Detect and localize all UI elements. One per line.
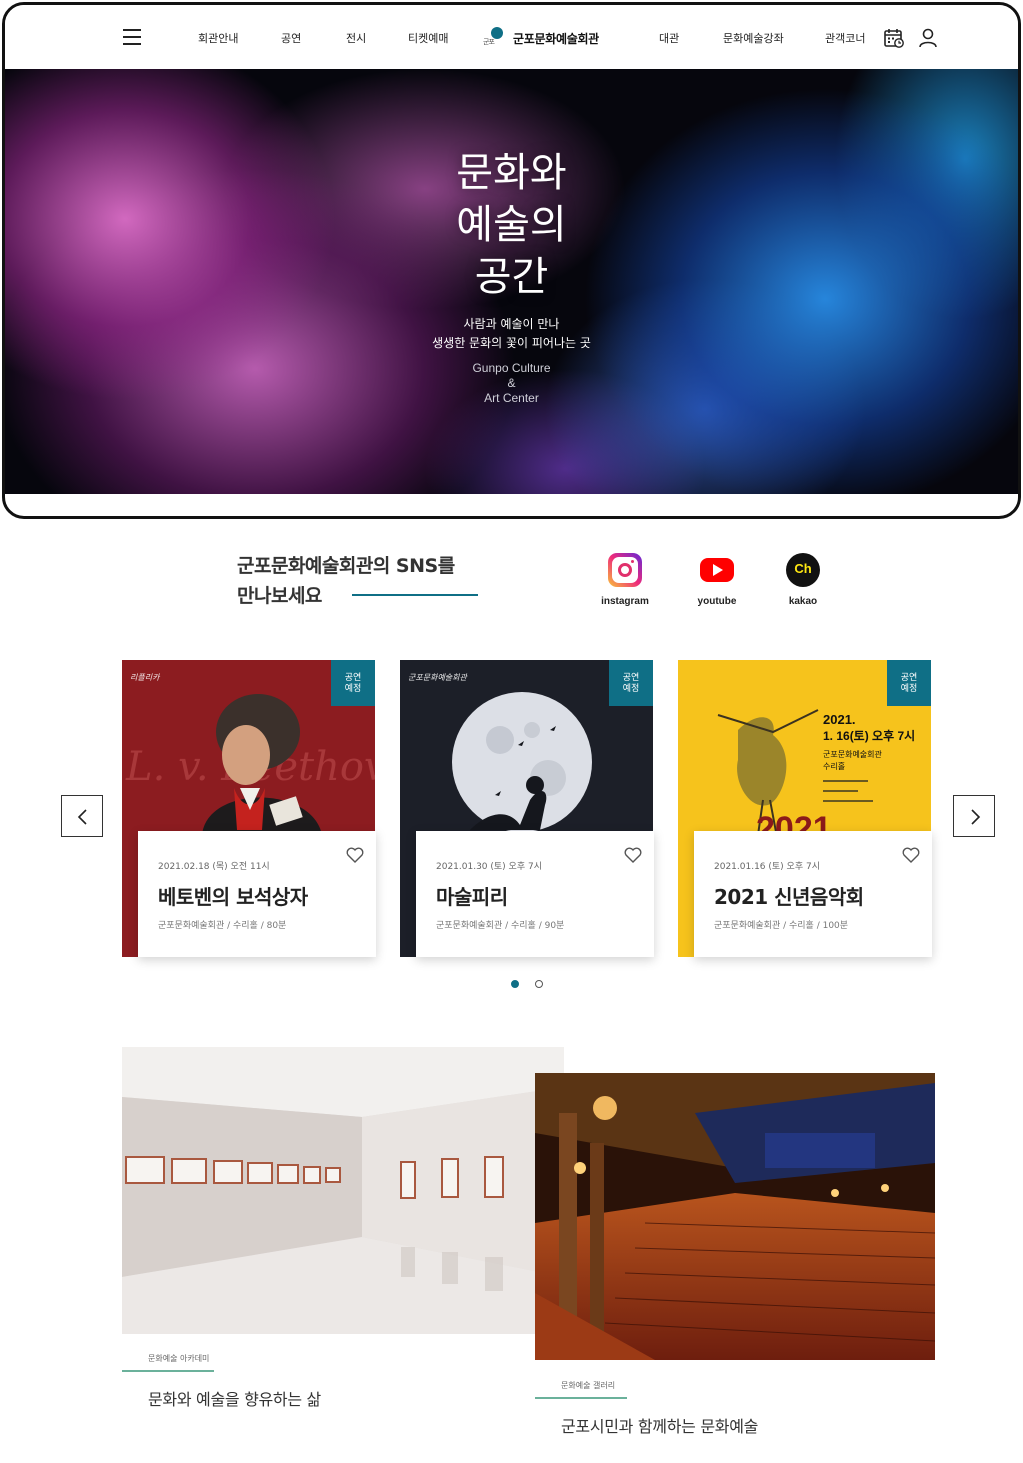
poster-year: 2021. (823, 712, 856, 727)
kakao-channel-icon: Ch (786, 553, 820, 587)
card-venue: 군포문화예술회관 / 수리홀 / 80분 (158, 921, 287, 931)
performance-card[interactable]: L. v. Beethoven 리플리카 공연 예정 2021.02.18 (목… (122, 660, 376, 957)
sns-youtube-link[interactable]: youtube (682, 553, 752, 607)
hero-english-name: Gunpo Culture & Art Center (5, 361, 1018, 406)
site-header: 회관안내 공연 전시 티켓예매 군포 군포문화예술회관 대관 문화예술강좌 관객… (5, 5, 1018, 69)
sns-instagram-link[interactable]: instagram (590, 553, 660, 607)
nav-classes[interactable]: 문화예술강좌 (723, 30, 784, 46)
caption-category: 문화예술 아카데미 (148, 1354, 210, 1363)
status-badge: 공연 예정 (331, 660, 375, 706)
nav-rental[interactable]: 대관 (659, 30, 679, 46)
caption-title[interactable]: 문화와 예술을 향유하는 삶 (122, 1386, 422, 1410)
status-badge: 공연 예정 (609, 660, 653, 706)
caption-category: 문화예술 갤러리 (561, 1381, 616, 1390)
academy-gallery-image[interactable] (122, 1047, 564, 1334)
poster-venue: 군포문화예술회관 (823, 749, 883, 759)
caption-bar (535, 1397, 627, 1399)
hero-english-line: Art Center (484, 391, 539, 405)
card-info-panel: 2021.01.16 (토) 오후 7시 2021 신년음악회 군포문화예술회관… (694, 831, 932, 957)
gallery-caption: 문화예술 갤러리 군포시민과 함께하는 문화예술 (535, 1380, 855, 1437)
hero-title-line: 공간 (474, 254, 549, 300)
performance-card[interactable]: 2021. 1. 16(토) 오후 7시 군포문화예술회관 수리홀 2021 공… (678, 660, 932, 957)
hero-title-line: 예술의 (456, 202, 567, 248)
sns-kakao-link[interactable]: Ch kakao (768, 553, 838, 607)
chevron-right-icon (971, 809, 981, 825)
sns-label: kakao (788, 596, 818, 607)
carousel-next-button[interactable] (953, 795, 995, 837)
hero-title: 문화와 예술의 공간 (5, 147, 1018, 303)
hero-english-line: & (507, 376, 516, 390)
nav-audience[interactable]: 관객코너 (825, 30, 865, 46)
browser-frame: 회관안내 공연 전시 티켓예매 군포 군포문화예술회관 대관 문화예술강좌 관객… (2, 2, 1021, 519)
heart-icon[interactable] (624, 847, 642, 863)
sns-title-underline (352, 594, 478, 596)
badge-line: 예정 (344, 684, 362, 694)
poster-logo: 리플리카 (130, 673, 160, 682)
sns-section-title: 군포문화예술회관의 SNS를 만나보세요 (237, 551, 455, 611)
theater-hall-art (535, 1073, 935, 1360)
caption-title[interactable]: 군포시민과 함께하는 문화예술 (535, 1413, 855, 1437)
card-venue: 군포문화예술회관 / 수리홀 / 90분 (436, 921, 565, 931)
hero-subtitle-line: 생생한 문화의 꽃이 피어나는 곳 (432, 336, 591, 350)
logo-mark-icon: 군포 (483, 25, 505, 51)
card-date: 2021.01.16 (토) 오후 7시 (714, 862, 820, 872)
hero-banner: 문화와 예술의 공간 사람과 예술이 만나 생생한 문화의 꽃이 피어나는 곳 … (5, 69, 1018, 494)
youtube-icon (700, 558, 734, 582)
heart-icon[interactable] (902, 847, 920, 863)
badge-line: 공연 (900, 673, 918, 683)
card-venue: 군포문화예술회관 / 수리홀 / 100분 (714, 921, 849, 931)
badge-line: 공연 (622, 673, 640, 683)
menu-icon[interactable] (123, 29, 141, 45)
status-badge: 공연 예정 (887, 660, 931, 706)
user-icon[interactable] (917, 27, 939, 49)
hero-subtitle-line: 사람과 예술이 만나 (463, 317, 560, 331)
poster-date: 1. 16(토) 오후 7시 (823, 728, 915, 743)
sns-label: youtube (697, 596, 737, 607)
hero-subtitle: 사람과 예술이 만나 생생한 문화의 꽃이 피어나는 곳 (5, 315, 1018, 353)
nav-ticket[interactable]: 티켓예매 (408, 30, 448, 46)
nav-exhibition[interactable]: 전시 (346, 30, 366, 46)
nav-performance[interactable]: 공연 (281, 30, 301, 46)
chevron-left-icon (77, 809, 87, 825)
card-date: 2021.02.18 (목) 오전 11시 (158, 862, 270, 872)
instagram-icon (608, 553, 642, 587)
carousel-dot-1[interactable] (511, 980, 519, 988)
gallery-room-art (122, 1047, 564, 1334)
poster-logo: 군포문화예술회관 (408, 673, 467, 682)
sns-title-line: 군포문화예술회관의 SNS를 (237, 555, 455, 577)
hero-english-line: Gunpo Culture (472, 361, 551, 375)
badge-line: 예정 (622, 684, 640, 694)
carousel-prev-button[interactable] (61, 795, 103, 837)
card-title[interactable]: 베토벤의 보석상자 (158, 881, 308, 910)
badge-line: 예정 (900, 684, 918, 694)
theater-gallery-image[interactable] (535, 1073, 935, 1360)
card-date: 2021.01.30 (토) 오후 7시 (436, 862, 542, 872)
poster-venue: 수리홀 (823, 761, 845, 771)
card-info-panel: 2021.01.30 (토) 오후 7시 마술피리 군포문화예술회관 / 수리홀… (416, 831, 654, 957)
logo-text: 군포문화예술회관 (513, 31, 599, 46)
caption-bar (122, 1370, 214, 1372)
card-info-panel: 2021.02.18 (목) 오전 11시 베토벤의 보석상자 군포문화예술회관… (138, 831, 376, 957)
calendar-icon[interactable] (883, 27, 905, 49)
performance-card[interactable]: 군포문화예술회관 공연 예정 2021.01.30 (토) 오후 7시 마술피리… (400, 660, 654, 957)
carousel-pagination (511, 980, 543, 988)
heart-icon[interactable] (346, 847, 364, 863)
card-title[interactable]: 2021 신년음악회 (714, 881, 864, 910)
academy-caption: 문화예술 아카데미 문화와 예술을 향유하는 삶 (122, 1353, 422, 1410)
badge-line: 공연 (344, 673, 362, 683)
nav-about[interactable]: 회관안내 (198, 30, 238, 46)
site-logo[interactable]: 군포 군포문화예술회관 (483, 23, 599, 53)
card-title[interactable]: 마술피리 (436, 881, 508, 910)
carousel-dot-2[interactable] (535, 980, 543, 988)
hero-title-line: 문화와 (456, 150, 567, 196)
sns-label: instagram (601, 596, 649, 607)
sns-title-line: 만나보세요 (237, 585, 322, 607)
